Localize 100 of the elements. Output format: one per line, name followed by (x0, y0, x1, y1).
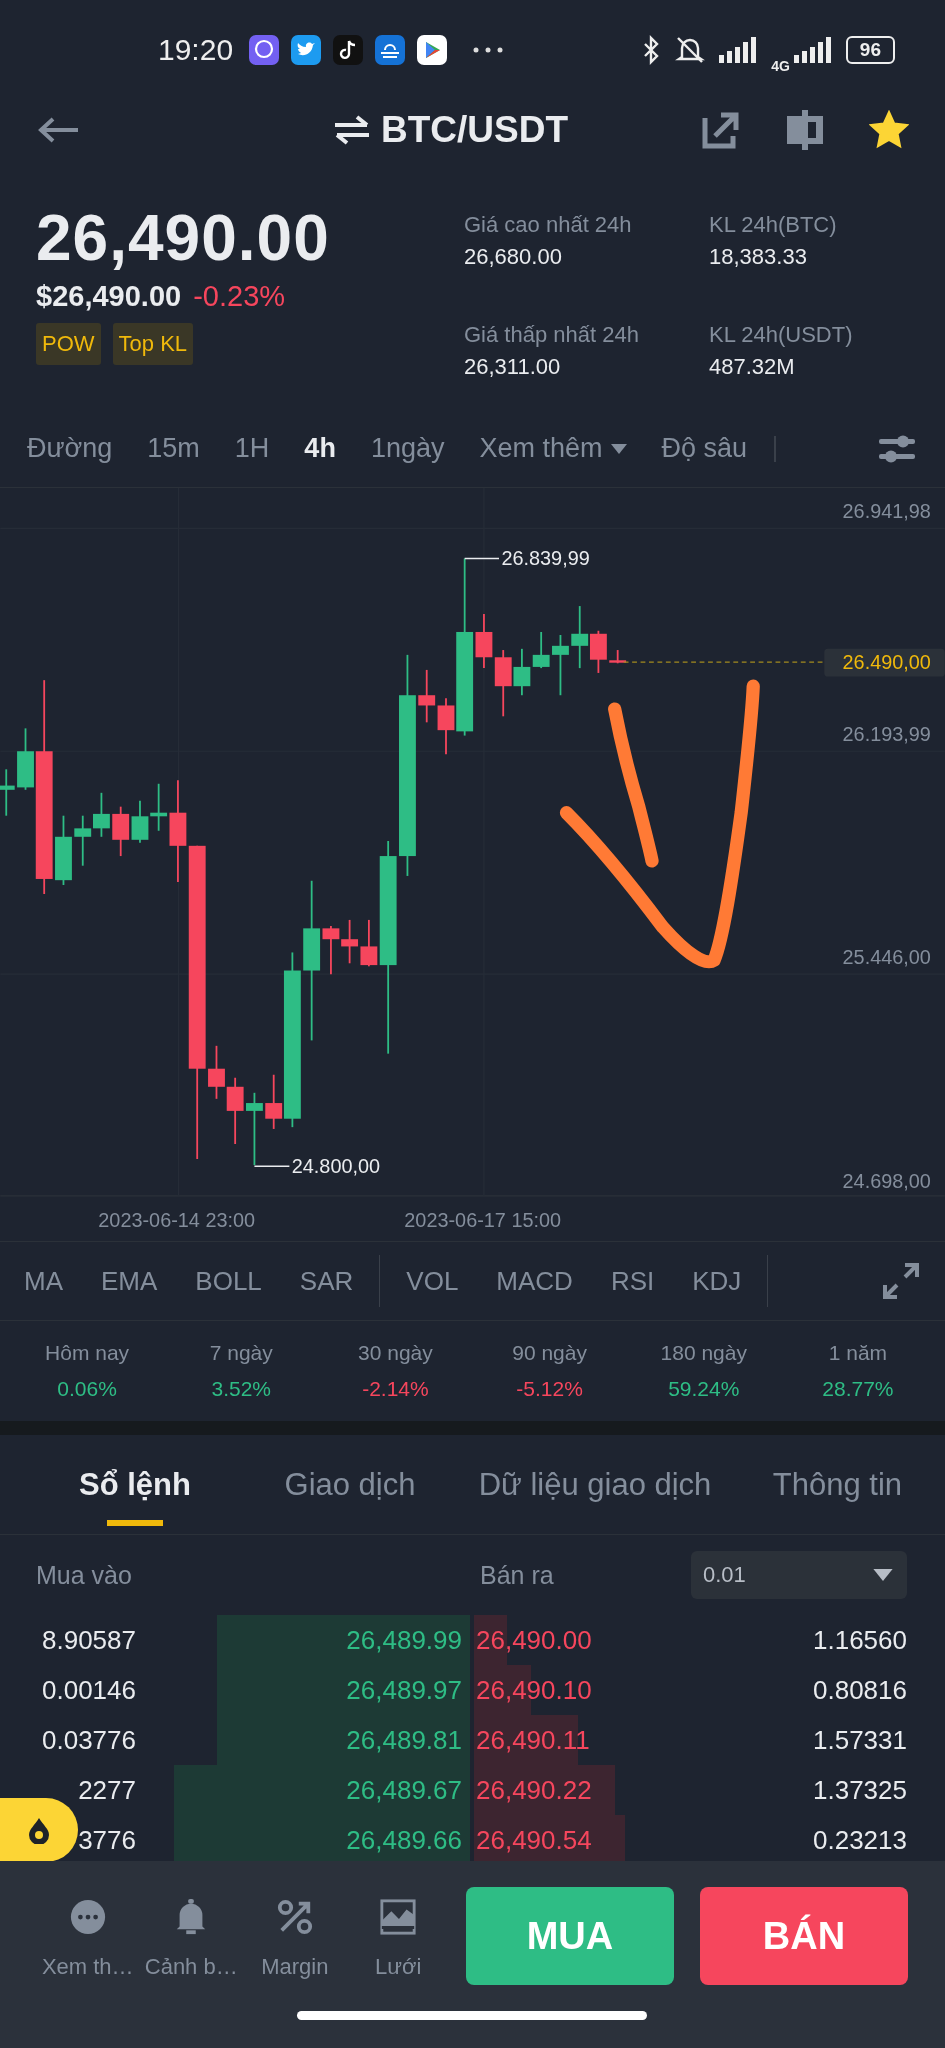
percent-icon[interactable] (275, 1898, 314, 1936)
margin-button[interactable]: Margin (243, 1887, 347, 1991)
sunrise-app-icon (375, 35, 406, 65)
period-label: 90 ngày (512, 1341, 587, 1365)
split-panel-icon[interactable] (785, 110, 825, 150)
candlestick (513, 647, 531, 697)
pair-title[interactable]: BTC/USDT (380, 109, 568, 151)
stat-value: 26,311.00 (464, 354, 562, 380)
last-price: 26,490.00 (36, 201, 331, 276)
candlestick (226, 1076, 244, 1145)
share-icon[interactable] (701, 110, 741, 150)
candlestick (609, 649, 627, 665)
sell-button[interactable]: BÁN (700, 1887, 908, 1985)
indicator-tab[interactable]: BOLL (195, 1265, 262, 1297)
indicator-tab[interactable]: MA (24, 1265, 63, 1297)
bid-quantity: 0.00146 (41, 1674, 136, 1706)
indicator-tab[interactable]: KDJ (692, 1265, 742, 1297)
more-notifications-icon (473, 47, 504, 53)
indicator-tab[interactable]: RSI (610, 1265, 655, 1297)
period-label: 7 ngày (209, 1341, 273, 1365)
period-label: 180 ngày (660, 1341, 747, 1365)
ask-quantity: 0.23213 (813, 1824, 907, 1856)
chart-icon[interactable] (379, 1898, 418, 1936)
section-tab[interactable]: Giao dịch (250, 1435, 450, 1534)
play-store-icon (417, 35, 448, 65)
swap-arrows-icon[interactable] (332, 115, 371, 145)
more-icon[interactable] (68, 1898, 107, 1936)
interval-tab[interactable]: 4h (304, 433, 336, 464)
grid-button[interactable]: Lưới (346, 1887, 450, 1991)
interval-tab[interactable]: Độ sâu (661, 433, 748, 464)
ask-quantity: 1.57331 (813, 1724, 907, 1756)
bid-price: 26,489.81 (346, 1724, 462, 1756)
candlestick (532, 631, 550, 670)
caret-icon[interactable] (873, 1569, 893, 1581)
candlestick (74, 814, 92, 867)
candlestick (494, 649, 512, 718)
stat-label: KL 24h(USDT) (709, 322, 854, 348)
axis-label: 2023-06-14 23:00 (98, 1209, 256, 1232)
bid-price: 26,489.97 (346, 1674, 462, 1706)
tag[interactable]: Top KL (112, 323, 194, 365)
interval-tab[interactable]: 15m (147, 433, 200, 464)
interval-tab[interactable]: 1ngày (370, 433, 445, 464)
axis-label: 2023-06-17 15:00 (404, 1209, 562, 1232)
bid-column-label: Mua vào (36, 1560, 133, 1590)
more-button[interactable]: Xem th… (36, 1887, 140, 1991)
bird-app-icon (291, 35, 322, 65)
section-tab[interactable]: Thông tin (740, 1435, 935, 1534)
more-intervals-dropdown[interactable]: Xem thêm (479, 433, 627, 464)
period-label: 1 năm (828, 1341, 888, 1365)
floating-button[interactable] (0, 1798, 78, 1862)
caret-icon[interactable] (610, 443, 627, 454)
ask-quantity: 1.37325 (813, 1774, 907, 1806)
stat-value: 18,383.33 (709, 244, 808, 270)
tag[interactable]: POW (36, 323, 101, 365)
bid-price: 26,489.67 (346, 1774, 462, 1806)
axis-label: 25.446,00 (842, 945, 931, 968)
signal-icon (793, 37, 834, 63)
interval-tab[interactable]: Đường (27, 433, 113, 464)
ask-quantity: 1.16560 (813, 1624, 907, 1656)
candlestick (112, 805, 130, 857)
ask-price: 26,490.11 (476, 1724, 590, 1756)
bid-price: 26,489.99 (346, 1624, 462, 1656)
expand-icon[interactable] (881, 1261, 921, 1301)
section-tab[interactable]: Dữ liệu giao dịch (450, 1435, 740, 1534)
status-time: 19:20 (158, 33, 234, 67)
indicator-tab[interactable]: MACD (496, 1265, 573, 1297)
bid-price: 26,489.66 (346, 1824, 462, 1856)
interval-tab[interactable]: 1H (234, 433, 270, 464)
low-price-label: 24.800,00 (291, 1154, 381, 1177)
indicator-tab[interactable]: VOL (406, 1265, 459, 1297)
period-change: 59.24% (668, 1377, 740, 1401)
music-note-app-icon (333, 35, 364, 65)
precision-dropdown[interactable]: 0.01 (691, 1551, 907, 1599)
leader-line (463, 557, 500, 560)
buy-button[interactable]: MUA (466, 1887, 674, 1985)
stat-value: 26,680.00 (464, 244, 563, 270)
candlestick (208, 1044, 225, 1100)
ask-price: 26,490.54 (476, 1824, 592, 1856)
stat-label: KL 24h(BTC) (709, 212, 838, 238)
alert-button[interactable]: Cảnh b… (139, 1887, 243, 1991)
high-price-label: 26.839,99 (501, 547, 590, 570)
ask-price: 26,490.10 (476, 1674, 592, 1706)
candlestick (552, 634, 569, 697)
usd-price: $26,490.00 (36, 280, 182, 313)
bid-quantity: 2277 (77, 1774, 136, 1806)
ask-column-label: Bán ra (480, 1560, 554, 1590)
candlestick (93, 791, 110, 838)
stat-value: 487.32M (709, 354, 796, 380)
bid-quantity: 8.90587 (41, 1624, 136, 1656)
stat-label: Giá cao nhất 24h (464, 212, 633, 238)
indicator-tab[interactable]: SAR (299, 1265, 354, 1297)
period-change: 3.52% (211, 1377, 271, 1401)
indicator-tab[interactable]: EMA (101, 1265, 158, 1297)
star-icon[interactable] (869, 110, 909, 150)
network-type: 4G (771, 58, 790, 74)
battery-level: 96 (845, 36, 895, 64)
drop-icon[interactable] (27, 1816, 51, 1844)
period-change: 28.77% (822, 1377, 894, 1401)
chat-app-icon (249, 35, 280, 65)
back-arrow-icon[interactable] (36, 115, 80, 145)
